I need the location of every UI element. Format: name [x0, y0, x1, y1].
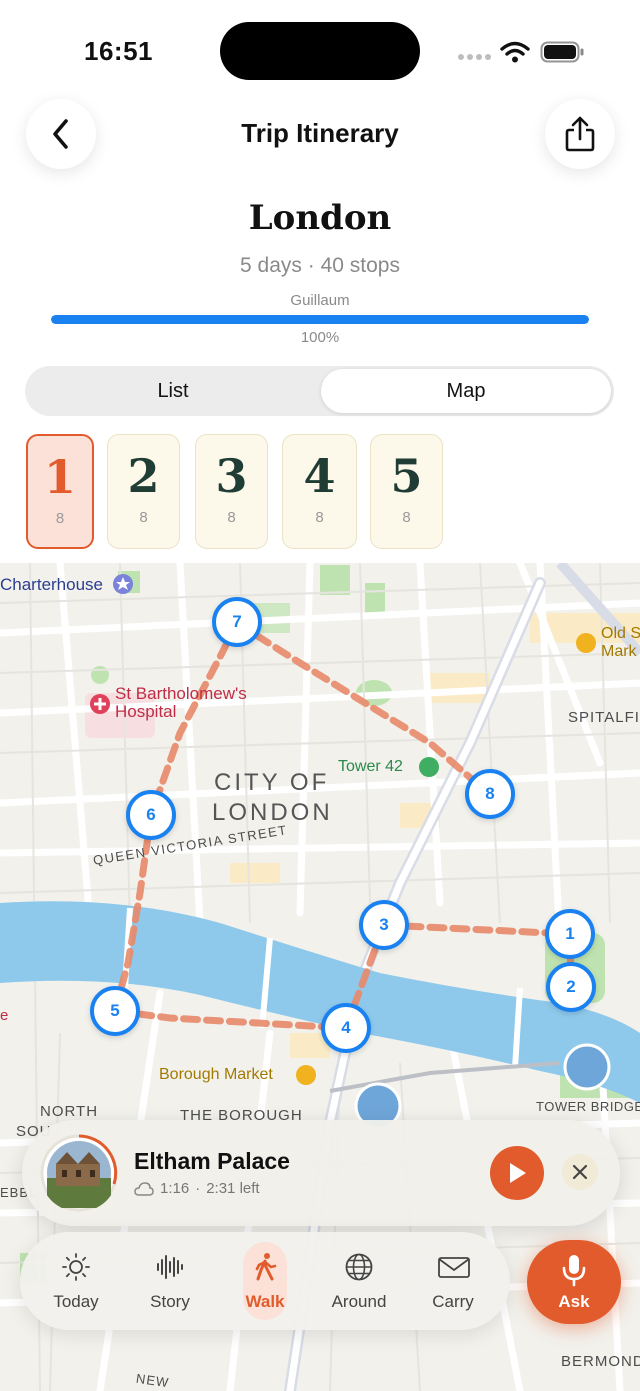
ask-label: Ask	[558, 1292, 590, 1311]
tab-carry[interactable]: Carry	[414, 1238, 492, 1324]
tab-around-label: Around	[331, 1292, 387, 1311]
day-tab-5[interactable]: 5 8	[370, 434, 443, 549]
stop-marker-8[interactable]: 8	[465, 769, 515, 819]
stop-marker-5[interactable]: 5	[90, 986, 140, 1036]
day-number: 5	[390, 449, 423, 503]
status-time: 16:51	[84, 36, 153, 66]
map-label-tower42: Tower 42	[338, 758, 403, 775]
battery-icon	[540, 41, 584, 63]
map-label-edge: e	[0, 1007, 9, 1024]
close-icon	[572, 1164, 588, 1180]
day-stop-count: 8	[227, 509, 236, 526]
day-stop-count: 8	[55, 510, 65, 527]
tab-walk[interactable]: Walk	[226, 1238, 304, 1324]
day-stop-count: 8	[402, 509, 411, 526]
sun-icon	[62, 1253, 90, 1281]
play-icon	[510, 1163, 526, 1183]
tab-today-label: Today	[53, 1292, 99, 1311]
cellular-signal-icon	[458, 54, 491, 60]
stop-marker-7[interactable]: 7	[212, 597, 262, 647]
map-label-spitalfields: SPITALFI	[568, 709, 640, 726]
day-tab-2[interactable]: 2 8	[107, 434, 180, 549]
trip-meta: 5 days · 40 stops	[240, 254, 400, 277]
cloud-icon	[134, 1181, 154, 1196]
globe-icon	[345, 1253, 373, 1281]
day-number: 3	[215, 449, 248, 503]
stop-marker-1[interactable]: 1	[545, 909, 595, 959]
tab-story-label: Story	[150, 1292, 190, 1311]
now-playing-title: Eltham Palace	[134, 1148, 290, 1174]
progress-owner: Guillaum	[290, 292, 350, 309]
day-number: 4	[303, 449, 336, 503]
now-playing-separator: ·	[195, 1180, 201, 1197]
wifi-icon	[500, 41, 530, 63]
stop-marker-4[interactable]: 4	[321, 1003, 371, 1053]
day-tab-1[interactable]: 1 8	[26, 434, 94, 549]
progress-percent: 100%	[300, 329, 340, 346]
map-label-north-southwark: NORTH	[40, 1103, 99, 1120]
map-label-bermondsey: BERMOND	[561, 1353, 640, 1370]
map-label-st-barts-2: Hospital	[115, 702, 177, 721]
tab-story[interactable]: Story	[131, 1238, 209, 1324]
progress-fill	[51, 315, 589, 324]
day-number: 1	[43, 450, 76, 504]
now-playing-subtitle: 1:16 · 2:31 left	[134, 1180, 260, 1197]
progress-bar	[51, 315, 589, 324]
now-playing-bar[interactable]: Eltham Palace 1:16 · 2:31 left	[22, 1120, 620, 1226]
play-button[interactable]	[490, 1146, 544, 1200]
stop-marker-2[interactable]: 2	[546, 962, 596, 1012]
map-label-old-spitalfields: Old S	[601, 625, 640, 642]
tab-walk-label: Walk	[245, 1292, 285, 1311]
map-label-city-of-london-2: LONDON	[212, 799, 333, 826]
map-label-charterhouse: Charterhouse	[0, 575, 104, 594]
now-playing-thumbnail	[40, 1134, 118, 1212]
tab-today[interactable]: Today	[37, 1238, 115, 1324]
page-title: Trip Itinerary	[241, 118, 399, 148]
tab-around[interactable]: Around	[320, 1238, 398, 1324]
view-toggle: List Map	[25, 366, 614, 416]
stop-marker-6[interactable]: 6	[126, 790, 176, 840]
envelope-icon	[438, 1257, 470, 1278]
day-stop-count: 8	[139, 509, 148, 526]
tab-bar: Today Story Walk Around Carry	[20, 1232, 510, 1330]
walking-person-icon	[255, 1253, 277, 1281]
status-bar: 16:51	[0, 0, 640, 96]
map-label-old-spitalfields-2: Mark	[601, 643, 637, 660]
map-label-st-barts: St Bartholomew's	[115, 684, 247, 703]
day-tab-4[interactable]: 4 8	[282, 434, 357, 549]
ask-button[interactable]: Ask	[527, 1240, 621, 1324]
close-button[interactable]	[562, 1154, 598, 1190]
map-label-city-of-london: CITY OF	[214, 769, 330, 796]
now-playing-elapsed: 1:16	[160, 1180, 190, 1197]
day-number: 2	[127, 449, 160, 503]
day-tab-3[interactable]: 3 8	[195, 434, 268, 549]
city-title: London	[248, 198, 392, 238]
map-tab[interactable]: Map	[321, 369, 611, 413]
list-tab[interactable]: List	[28, 369, 318, 413]
share-icon	[565, 116, 595, 152]
microphone-icon	[562, 1255, 586, 1287]
waveform-icon	[157, 1255, 183, 1279]
tab-carry-label: Carry	[432, 1292, 474, 1311]
share-button[interactable]	[545, 99, 615, 169]
dynamic-island	[220, 22, 420, 80]
day-stop-count: 8	[315, 509, 324, 526]
map-label-tower-bridge: TOWER BRIDGE	[536, 1099, 640, 1114]
now-playing-remaining: 2:31 left	[206, 1180, 260, 1197]
stop-marker-3[interactable]: 3	[359, 900, 409, 950]
map-label-borough-market: Borough Market	[159, 1066, 273, 1083]
